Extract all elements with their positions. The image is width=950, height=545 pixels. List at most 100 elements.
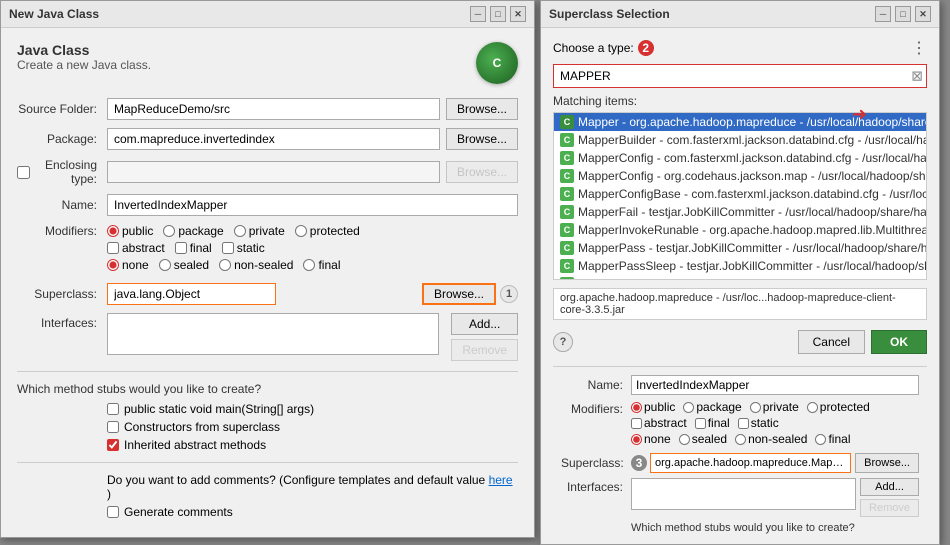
- subform-mod-public[interactable]: public: [631, 400, 675, 414]
- ok-btn[interactable]: OK: [871, 330, 927, 354]
- subform-superclass-input[interactable]: [650, 453, 851, 473]
- subform-add-btn[interactable]: Add...: [860, 478, 919, 496]
- super-window-title: Superclass Selection: [549, 7, 670, 21]
- match-item-3[interactable]: C MapperConfig - org.codehaus.jackson.ma…: [554, 167, 926, 185]
- stub-constructors-checkbox[interactable]: [107, 421, 119, 433]
- search-box: ⊠: [553, 64, 927, 88]
- modifier-none[interactable]: none: [107, 258, 149, 272]
- name-input[interactable]: [107, 194, 518, 216]
- stub-inherited-label: Inherited abstract methods: [124, 438, 266, 452]
- stub-inherited-checkbox[interactable]: [107, 439, 119, 451]
- modifier-package[interactable]: package: [163, 224, 223, 238]
- modifier-static[interactable]: static: [222, 241, 265, 255]
- super-maximize-btn[interactable]: □: [895, 6, 911, 22]
- subform-modifiers-row: Modifiers: public package private protec…: [561, 400, 919, 448]
- modifier-sealed[interactable]: sealed: [159, 258, 209, 272]
- source-folder-browse-btn[interactable]: Browse...: [446, 98, 518, 120]
- enclosing-checkbox[interactable]: [17, 166, 30, 179]
- match-item-4[interactable]: C MapperConfigBase - com.fasterxml.jacks…: [554, 185, 926, 203]
- modifier-abstract[interactable]: abstract: [107, 241, 165, 255]
- matching-label: Matching items:: [553, 94, 927, 108]
- maximize-btn[interactable]: □: [490, 6, 506, 22]
- subform-modifiers: public package private protected abstrac…: [631, 400, 919, 448]
- subform-modifiers-label: Modifiers:: [561, 400, 631, 416]
- enclosing-row: Enclosing type: Browse...: [17, 158, 518, 186]
- super-close-btn[interactable]: ✕: [915, 6, 931, 22]
- match-item-5[interactable]: C MapperFail - testjar.JobKillCommitter …: [554, 203, 926, 221]
- modifiers-line3: none sealed non-sealed final: [107, 258, 518, 272]
- subform-mod-abstract[interactable]: abstract: [631, 416, 687, 430]
- modifier-private[interactable]: private: [234, 224, 285, 238]
- subform-mod-package[interactable]: package: [683, 400, 741, 414]
- match-item-6[interactable]: C MapperInvokeRunable - org.apache.hadoo…: [554, 221, 926, 239]
- subform-mod-none[interactable]: none: [631, 432, 671, 446]
- match-item-7[interactable]: C MapperPass - testjar.JobKillCommitter …: [554, 239, 926, 257]
- subform-remove-btn[interactable]: Remove: [860, 499, 919, 517]
- generate-comments-row: Generate comments: [107, 505, 518, 519]
- header-subtitle: Create a new Java class.: [17, 58, 151, 72]
- interfaces-remove-btn[interactable]: Remove: [451, 339, 518, 361]
- subform-superclass-browse-btn[interactable]: Browse...: [855, 453, 919, 473]
- java-logo: C: [476, 42, 518, 84]
- generate-comments-checkbox[interactable]: [107, 506, 119, 518]
- source-folder-label: Source Folder:: [17, 102, 107, 116]
- subform-mod-private[interactable]: private: [750, 400, 799, 414]
- subform-mod-final2[interactable]: final: [815, 432, 850, 446]
- match-list-container: ➜ C Mapper - org.apache.hadoop.mapreduce…: [553, 112, 927, 280]
- modifier-final2[interactable]: final: [303, 258, 340, 272]
- super-titlebar-controls: ─ □ ✕: [875, 6, 931, 22]
- subform-mod-static[interactable]: static: [738, 416, 779, 430]
- subform-mod-row3: none sealed non-sealed final: [631, 432, 919, 446]
- subform-mod-final[interactable]: final: [695, 416, 730, 430]
- divider1: [17, 371, 518, 372]
- match-item-2[interactable]: C MapperConfig - com.fasterxml.jackson.d…: [554, 149, 926, 167]
- footer-btns: Cancel OK: [798, 330, 927, 354]
- subform: Name: Modifiers: public package private …: [553, 366, 927, 534]
- minimize-btn[interactable]: ─: [470, 6, 486, 22]
- help-btn[interactable]: ?: [553, 332, 573, 352]
- superclass-browse-btn[interactable]: Browse...: [422, 283, 496, 305]
- superclass-input[interactable]: [107, 283, 276, 305]
- match-icon-9: C: [560, 277, 574, 280]
- super-minimize-btn[interactable]: ─: [875, 6, 891, 22]
- subform-mod-protected[interactable]: protected: [807, 400, 870, 414]
- source-folder-input[interactable]: [107, 98, 440, 120]
- close-btn[interactable]: ✕: [510, 6, 526, 22]
- interfaces-field: [107, 313, 439, 355]
- modifier-non-sealed[interactable]: non-sealed: [219, 258, 293, 272]
- stub-inherited-row: Inherited abstract methods: [107, 438, 518, 452]
- cancel-btn[interactable]: Cancel: [798, 330, 865, 354]
- interfaces-area[interactable]: [107, 313, 439, 355]
- header-title: Java Class: [17, 42, 151, 58]
- interfaces-add-btn[interactable]: Add...: [451, 313, 518, 335]
- subform-mod-sealed[interactable]: sealed: [679, 432, 727, 446]
- search-input[interactable]: [553, 64, 927, 88]
- here-link[interactable]: here: [489, 473, 513, 487]
- interfaces-actions: Add... Remove: [445, 313, 518, 361]
- super-window-content: Choose a type: 2 ⋮ ⊠ Matching items: ➜ C…: [541, 28, 939, 544]
- badge-2: 2: [638, 40, 654, 56]
- match-item-9[interactable]: C MapperRenamed - net.minidev.json.write…: [554, 275, 926, 280]
- enclosing-browse-btn[interactable]: Browse...: [446, 161, 518, 183]
- more-options-icon[interactable]: ⋮: [911, 38, 927, 58]
- package-browse-btn[interactable]: Browse...: [446, 128, 518, 150]
- modifier-final[interactable]: final: [175, 241, 212, 255]
- match-item-0[interactable]: C Mapper - org.apache.hadoop.mapreduce -…: [554, 113, 926, 131]
- search-clear-icon[interactable]: ⊠: [911, 68, 923, 85]
- match-icon-8: C: [560, 259, 574, 273]
- comments-question: Do you want to add comments? (Configure …: [107, 473, 518, 501]
- match-item-1[interactable]: C MapperBuilder - com.fasterxml.jackson.…: [554, 131, 926, 149]
- modifier-public[interactable]: public: [107, 224, 153, 238]
- subform-name-input[interactable]: [631, 375, 919, 395]
- stub-main-checkbox[interactable]: [107, 403, 119, 415]
- enclosing-checkbox-label[interactable]: Enclosing type:: [17, 158, 97, 186]
- super-footer: ? Cancel OK: [553, 330, 927, 354]
- package-input[interactable]: [107, 128, 440, 150]
- subform-mod-non-sealed[interactable]: non-sealed: [735, 432, 807, 446]
- subform-interfaces-area[interactable]: [631, 478, 856, 510]
- modifier-protected[interactable]: protected: [295, 224, 360, 238]
- enclosing-input[interactable]: [107, 161, 440, 183]
- match-list[interactable]: C Mapper - org.apache.hadoop.mapreduce -…: [553, 112, 927, 280]
- subform-name-row: Name:: [561, 375, 919, 395]
- match-item-8[interactable]: C MapperPassSleep - testjar.JobKillCommi…: [554, 257, 926, 275]
